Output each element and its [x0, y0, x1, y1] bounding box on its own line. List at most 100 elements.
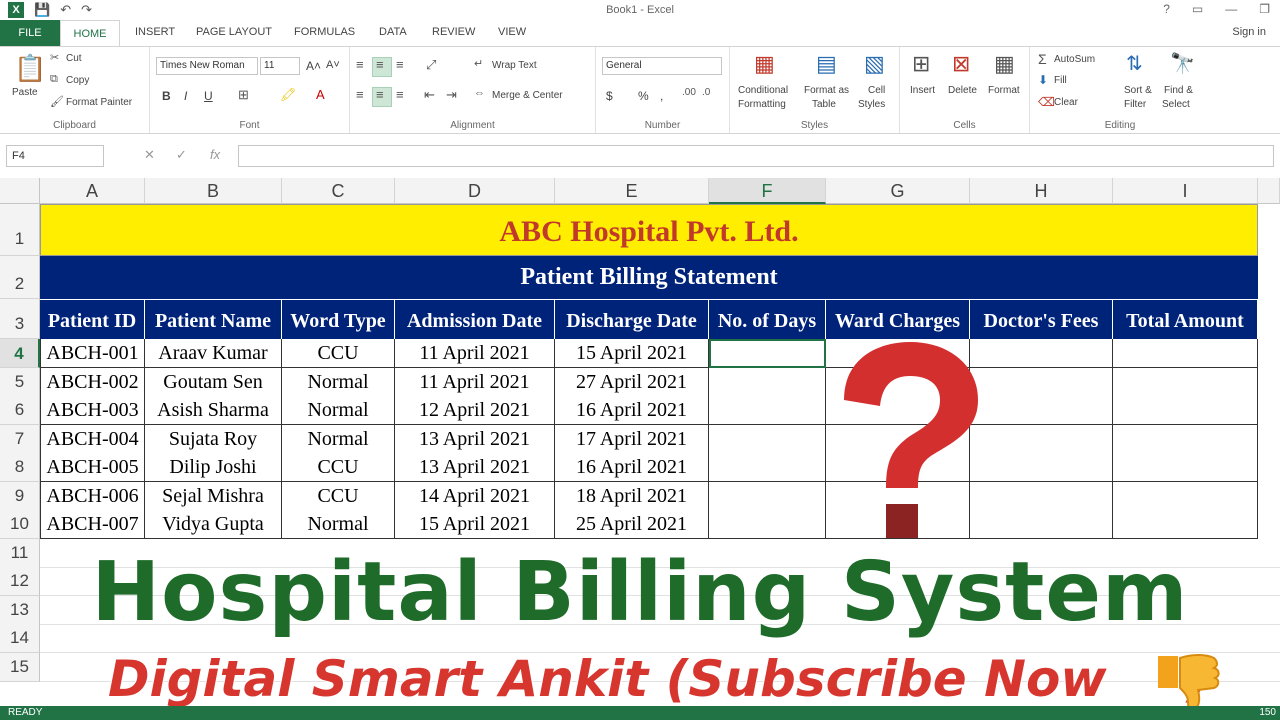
decrease-indent-icon[interactable]: ⇤ — [424, 87, 435, 103]
paste-icon[interactable]: 📋 — [14, 53, 46, 84]
table-cell[interactable] — [709, 396, 826, 425]
currency-button[interactable]: $ — [606, 89, 613, 103]
insert-cells-icon[interactable]: ⊞ — [912, 51, 930, 77]
clear-icon[interactable]: ⌫ — [1038, 95, 1055, 109]
column-header-g[interactable]: G — [826, 178, 970, 204]
insert-function-icon[interactable]: fx — [210, 147, 220, 162]
paste-label[interactable]: Paste — [12, 87, 38, 98]
shrink-font-button[interactable]: A˅ — [326, 59, 340, 71]
row-header-7[interactable]: 7 — [0, 425, 40, 454]
table-cell[interactable]: 15 April 2021 — [395, 510, 555, 539]
column-header-h[interactable]: H — [970, 178, 1113, 204]
copy-button[interactable]: Copy — [66, 75, 89, 86]
percent-button[interactable]: % — [638, 89, 649, 103]
find-label[interactable]: Find & — [1164, 85, 1193, 96]
autosum-button[interactable]: AutoSum — [1054, 54, 1095, 65]
enter-icon[interactable]: ✓ — [176, 147, 187, 163]
row-header-4[interactable]: 4 — [0, 339, 40, 368]
italic-button[interactable]: I — [184, 89, 187, 103]
table-cell[interactable]: Asish Sharma — [145, 396, 282, 425]
name-box[interactable]: F4 — [6, 145, 104, 167]
select-all-corner[interactable] — [0, 178, 40, 204]
sort-label[interactable]: Sort & — [1124, 85, 1152, 96]
tab-view[interactable]: VIEW — [498, 26, 526, 38]
table-cell[interactable] — [970, 453, 1113, 482]
sign-in-link[interactable]: Sign in — [1232, 26, 1266, 38]
table-cell[interactable]: 13 April 2021 — [395, 453, 555, 482]
column-header-d[interactable]: D — [395, 178, 555, 204]
table-cell[interactable] — [970, 368, 1113, 397]
center-align-icon[interactable]: ≡ — [376, 87, 384, 102]
table-cell[interactable]: ABCH-003 — [40, 396, 145, 425]
underline-button[interactable]: U — [204, 89, 213, 103]
insert-cells-button[interactable]: Insert — [910, 85, 935, 96]
grow-font-button[interactable]: A˄ — [306, 59, 321, 73]
cell-label[interactable]: Cell — [868, 85, 885, 96]
table-cell[interactable] — [970, 339, 1113, 368]
zoom-level[interactable]: 150 — [1259, 707, 1276, 718]
tab-page-layout[interactable]: PAGE LAYOUT — [196, 26, 272, 38]
format-cells-button[interactable]: Format — [988, 85, 1020, 96]
column-title-cell[interactable]: Word Type — [282, 299, 395, 339]
row-header-8[interactable]: 8 — [0, 453, 40, 482]
table-cell[interactable] — [709, 453, 826, 482]
font-color-icon[interactable]: A — [316, 87, 325, 102]
delete-cells-icon[interactable]: ⊠ — [952, 51, 970, 77]
format-cells-icon[interactable]: ▦ — [994, 51, 1015, 77]
right-align-icon[interactable]: ≡ — [396, 87, 404, 102]
column-header-a[interactable]: A — [40, 178, 145, 204]
tab-data[interactable]: DATA — [379, 26, 407, 38]
table-cell[interactable]: CCU — [282, 339, 395, 368]
table-cell[interactable]: ABCH-004 — [40, 425, 145, 454]
column-title-cell[interactable]: Patient ID — [40, 299, 145, 339]
orientation-icon[interactable]: ⤢ — [426, 57, 436, 73]
table-cell[interactable] — [970, 396, 1113, 425]
font-size-combo[interactable]: 11 — [260, 57, 300, 75]
column-header-f[interactable]: F — [709, 178, 826, 204]
table-cell[interactable]: 16 April 2021 — [555, 453, 709, 482]
table-cell[interactable]: 25 April 2021 — [555, 510, 709, 539]
format-as-table-icon[interactable]: ▤ — [816, 51, 837, 77]
table-cell[interactable]: Dilip Joshi — [145, 453, 282, 482]
wrap-text-icon[interactable]: ↵ — [474, 57, 483, 70]
table-cell[interactable]: Normal — [282, 425, 395, 454]
row-header-1[interactable]: 1 — [0, 204, 40, 256]
format-as-label[interactable]: Format as — [804, 85, 849, 96]
table-cell[interactable] — [709, 482, 826, 511]
column-title-cell[interactable]: Ward Charges — [826, 299, 970, 339]
conditional-formatting-icon[interactable]: ▦ — [754, 51, 775, 77]
table-cell[interactable]: ABCH-002 — [40, 368, 145, 397]
autosum-icon[interactable]: Σ — [1038, 51, 1047, 67]
clear-button[interactable]: Clear — [1054, 97, 1078, 108]
column-title-cell[interactable]: Patient Name — [145, 299, 282, 339]
restore-button[interactable]: ❐ — [1259, 2, 1270, 16]
increase-indent-icon[interactable]: ⇥ — [446, 87, 457, 103]
column-header-i[interactable]: I — [1113, 178, 1258, 204]
fill-button[interactable]: Fill — [1054, 75, 1067, 86]
table-cell[interactable]: Sejal Mishra — [145, 482, 282, 511]
table-cell[interactable]: Sujata Roy — [145, 425, 282, 454]
tab-home[interactable]: HOME — [60, 20, 120, 46]
table-cell[interactable] — [1113, 368, 1258, 397]
table-cell[interactable]: 14 April 2021 — [395, 482, 555, 511]
decrease-decimal-icon[interactable]: .0 — [702, 87, 710, 98]
table-cell[interactable]: Vidya Gupta — [145, 510, 282, 539]
sheet-subtitle-cell[interactable]: Patient Billing Statement — [40, 256, 1258, 299]
table-cell[interactable] — [1113, 510, 1258, 539]
cancel-icon[interactable]: ✕ — [144, 147, 155, 163]
row-header-9[interactable]: 9 — [0, 482, 40, 511]
column-title-cell[interactable]: Discharge Date — [555, 299, 709, 339]
table-cell[interactable]: 11 April 2021 — [395, 368, 555, 397]
table-cell[interactable]: Araav Kumar — [145, 339, 282, 368]
merge-center-icon[interactable]: ⇔ — [474, 87, 485, 99]
row-header-2[interactable]: 2 — [0, 256, 40, 299]
table-cell[interactable]: CCU — [282, 453, 395, 482]
table-cell[interactable]: 18 April 2021 — [555, 482, 709, 511]
table-cell[interactable]: Normal — [282, 396, 395, 425]
styles-label[interactable]: Styles — [858, 99, 885, 110]
borders-icon[interactable]: ⊞ — [238, 87, 249, 103]
cut-button[interactable]: Cut — [66, 53, 82, 64]
conditional-label[interactable]: Conditional — [738, 85, 788, 96]
cell-styles-icon[interactable]: ▧ — [864, 51, 885, 77]
table-cell[interactable] — [970, 425, 1113, 454]
